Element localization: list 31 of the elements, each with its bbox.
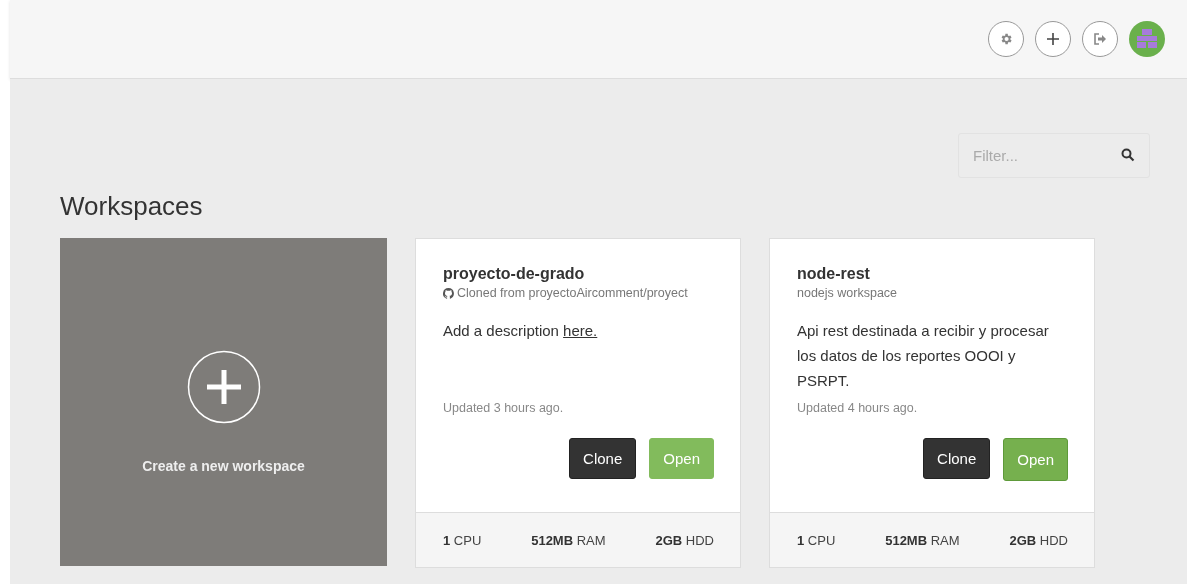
updated-time: Updated 4 hours ago. (797, 401, 919, 415)
clone-button[interactable]: Clone (923, 438, 991, 479)
updated-time: Updated 3 hours ago. (443, 401, 565, 415)
workspace-description: Add a description here. (443, 321, 599, 341)
resource-spec: 2GB HDD (1009, 532, 1068, 548)
workspace-name: node-rest (797, 265, 871, 283)
resource-spec: 1 CPU (797, 532, 836, 548)
github-icon (443, 287, 454, 299)
workspace-description: Api rest destinada a recibir y procesar los datos de los reportes OOOI y PSRPT. (797, 321, 1050, 391)
search-icon (1121, 148, 1135, 162)
plus-icon (186, 350, 261, 424)
settings-icon (999, 32, 1013, 46)
plus-icon (1046, 32, 1060, 46)
page-title: Workspaces (60, 191, 204, 222)
resource-spec: 2GB HDD (655, 532, 714, 548)
filter-field[interactable]: Filter... (958, 133, 1150, 178)
create-workspace-label: Create a new workspace (142, 458, 305, 474)
clone-button[interactable]: Clone (569, 438, 637, 479)
create-workspace-card[interactable]: Create a new workspace (60, 238, 387, 566)
avatar-icon[interactable] (1129, 21, 1165, 57)
add-button[interactable] (1035, 21, 1071, 57)
settings-button[interactable] (988, 21, 1024, 57)
workspace-source: nodejs workspace (797, 286, 898, 300)
logout-button[interactable] (1082, 21, 1118, 57)
resource-spec: 1 CPU (443, 532, 482, 548)
workspace-source: Cloned from proyectoAircomment/proyect (457, 286, 688, 300)
resource-spec: 512MB RAM (531, 532, 606, 548)
description-link[interactable]: here. (563, 322, 598, 339)
resource-spec: 512MB RAM (885, 532, 960, 548)
logout-icon (1093, 32, 1107, 46)
workspace-name: proyecto-de-grado (443, 265, 586, 283)
